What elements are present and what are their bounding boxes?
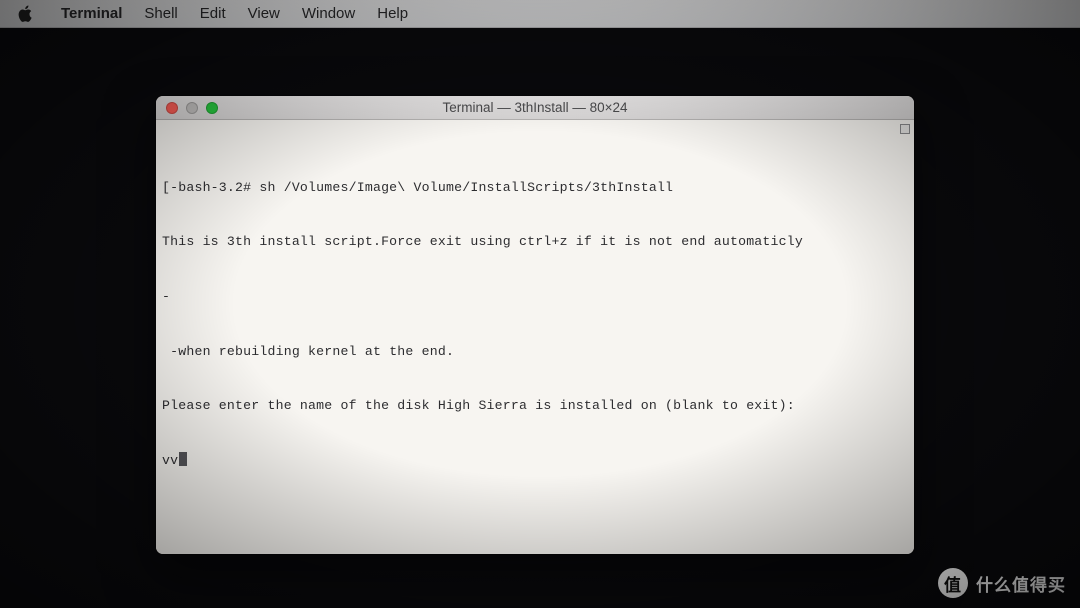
menubar-item-shell[interactable]: Shell: [144, 5, 177, 22]
terminal-line: [-bash-3.2# sh /Volumes/Image\ Volume/In…: [162, 179, 908, 197]
window-controls: [156, 102, 218, 114]
watermark-text: 什么值得买: [976, 571, 1066, 596]
terminal-line: -when rebuilding kernel at the end.: [162, 343, 908, 361]
menubar-app-name[interactable]: Terminal: [61, 5, 122, 22]
cursor-icon: [179, 452, 187, 466]
terminal-input-text: vv: [162, 453, 178, 468]
apple-menu-icon[interactable]: [18, 5, 33, 22]
terminal-input-line[interactable]: vv: [162, 452, 908, 470]
watermark: 值 什么值得买: [938, 568, 1066, 598]
menubar-item-view[interactable]: View: [248, 5, 280, 22]
window-titlebar[interactable]: Terminal — 3thInstall — 80×24: [156, 96, 914, 120]
menubar-item-help[interactable]: Help: [377, 5, 408, 22]
terminal-line: This is 3th install script.Force exit us…: [162, 233, 908, 251]
menubar: Terminal Shell Edit View Window Help: [0, 0, 1080, 28]
terminal-output[interactable]: [-bash-3.2# sh /Volumes/Image\ Volume/In…: [156, 120, 914, 554]
terminal-line: Please enter the name of the disk High S…: [162, 397, 908, 415]
close-icon[interactable]: [166, 102, 178, 114]
menubar-item-window[interactable]: Window: [302, 5, 355, 22]
watermark-badge-icon: 值: [938, 568, 968, 598]
terminal-line: -: [162, 288, 908, 306]
menubar-item-edit[interactable]: Edit: [200, 5, 226, 22]
scrollbar-thumb-icon[interactable]: [900, 124, 910, 134]
window-title: Terminal — 3thInstall — 80×24: [156, 100, 914, 115]
zoom-icon[interactable]: [206, 102, 218, 114]
minimize-icon[interactable]: [186, 102, 198, 114]
terminal-window: Terminal — 3thInstall — 80×24 [-bash-3.2…: [156, 96, 914, 554]
